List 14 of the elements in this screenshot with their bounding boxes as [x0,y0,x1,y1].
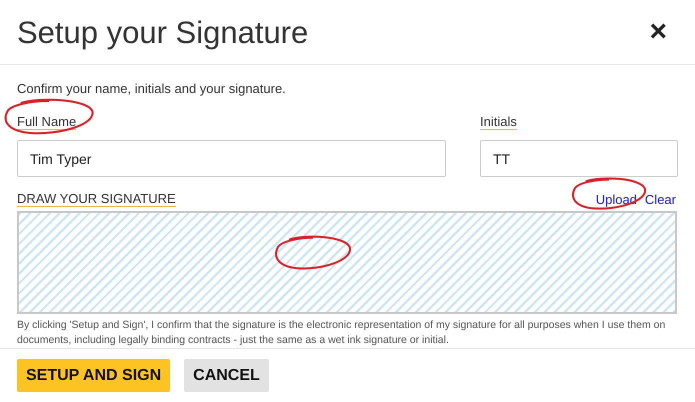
field-label: Full Name [17,114,76,130]
signature-pad[interactable] [17,211,677,314]
dialog-title: Setup your Signature [17,16,308,48]
action-link[interactable]: Upload [596,192,637,207]
disclaimer-text: By clicking 'Setup and Sign', I confirm that the signature is the electronic representation of my signature for all purposes when I use them on documents, including legally binding contracts - just the same as a wet ink signature or initial. [17,318,666,348]
close-button[interactable]: × [649,17,667,47]
intro-text: Confirm your name, initials and your signature. [17,81,287,96]
cancel-button[interactable]: CANCEL [184,359,269,392]
setup-button[interactable]: SETUP AND SIGN [17,359,170,392]
action-link[interactable]: Clear [644,192,676,207]
text-field[interactable]: Tim Typer [17,140,446,177]
field-label: Initials [480,114,517,130]
signature-label: DRAW YOUR SIGNATURE [17,191,176,207]
text-field[interactable]: TT [480,140,678,177]
